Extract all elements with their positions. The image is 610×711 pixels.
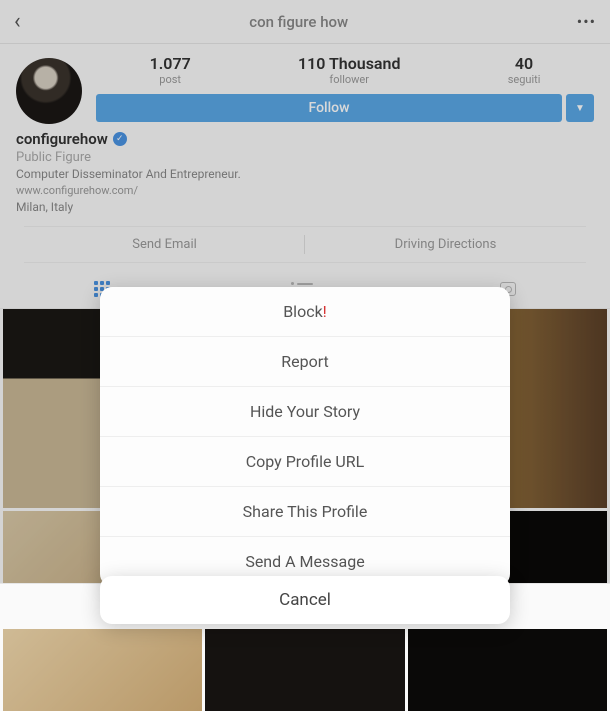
action-sheet: Block! Report Hide Your Story Copy Profi… bbox=[100, 287, 510, 586]
copy-url-button[interactable]: Copy Profile URL bbox=[100, 437, 510, 487]
hide-story-button[interactable]: Hide Your Story bbox=[100, 387, 510, 437]
block-button[interactable]: Block! bbox=[100, 287, 510, 337]
cancel-button[interactable]: Cancel bbox=[100, 576, 510, 624]
report-button[interactable]: Report bbox=[100, 337, 510, 387]
share-profile-button[interactable]: Share This Profile bbox=[100, 487, 510, 537]
